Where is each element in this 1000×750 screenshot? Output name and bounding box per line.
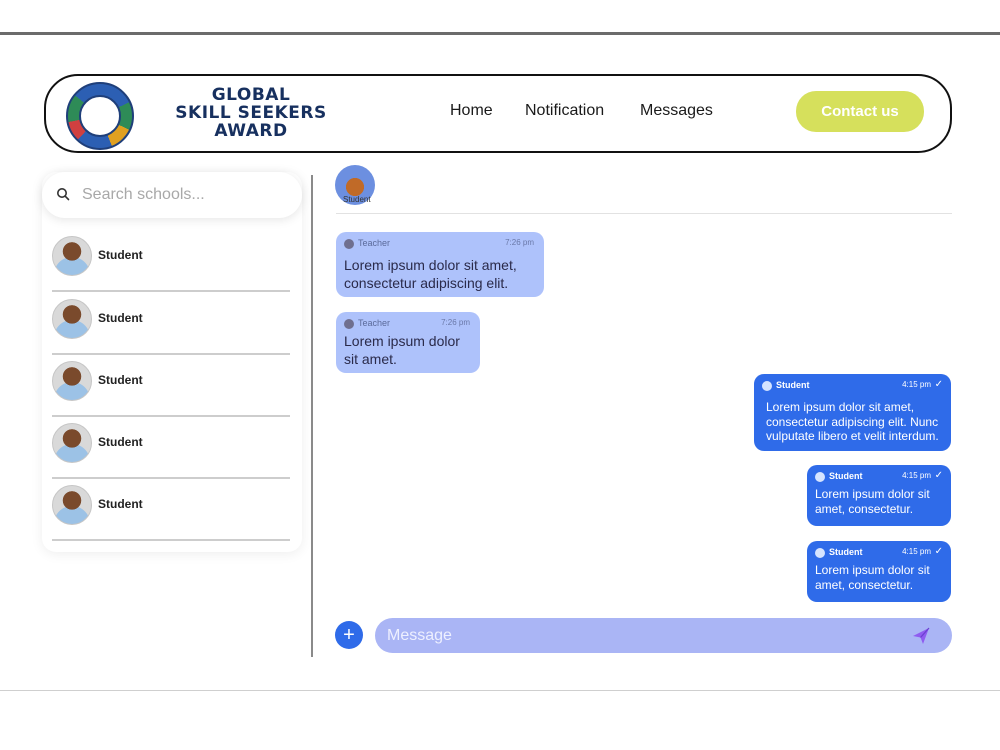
- sender-avatar-icon: [762, 381, 772, 391]
- message-bubble-outgoing[interactable]: Student 4:15 pm ✓ Lorem ipsum dolor sit …: [754, 374, 951, 451]
- message-bubble-incoming[interactable]: Teacher 7:26 pm Lorem ipsum dolor sit am…: [336, 312, 480, 373]
- award-logo-emblem[interactable]: [66, 82, 134, 150]
- search-input[interactable]: [82, 184, 282, 206]
- avatar: [52, 485, 92, 525]
- message-time: 4:15 pm: [902, 380, 931, 389]
- message-meta: Student 4:15 pm ✓: [815, 546, 943, 559]
- contact-name: Student: [98, 373, 143, 387]
- message-sender: Student: [829, 547, 863, 557]
- add-attachment-button[interactable]: +: [335, 621, 363, 649]
- contact-name: Student: [98, 497, 143, 511]
- message-time: 7:26 pm: [441, 318, 470, 327]
- contact-name: Student: [98, 311, 143, 325]
- message-time: 7:26 pm: [505, 238, 534, 247]
- site-header: GLOBAL SKILL SEEKERS AWARD Home Notifica…: [44, 74, 952, 153]
- message-sender: Teacher: [358, 238, 391, 248]
- bottom-rule: [0, 690, 1000, 691]
- top-rule: [0, 32, 1000, 35]
- message-composer: [375, 618, 952, 653]
- message-time: 4:15 pm: [902, 471, 931, 480]
- message-meta: Teacher 7:26 pm: [344, 318, 472, 330]
- message-text: Lorem ipsum dolor sit amet, consectetur.: [815, 563, 930, 592]
- contact-item[interactable]: Student: [52, 479, 290, 541]
- message-meta: Student 4:15 pm ✓: [815, 470, 943, 483]
- sender-avatar-icon: [815, 472, 825, 482]
- contact-name: Student: [98, 248, 143, 262]
- logo-title-line-1: GLOBAL: [211, 85, 291, 105]
- contact-item[interactable]: Student: [52, 293, 290, 355]
- nav-notification[interactable]: Notification: [525, 102, 604, 120]
- message-bubble-outgoing[interactable]: Student 4:15 pm ✓ Lorem ipsum dolor sit …: [807, 541, 951, 602]
- logo-title-line-2: SKILL SEEKERS: [175, 103, 327, 123]
- message-text: Lorem ipsum dolor sit amet.: [344, 333, 460, 367]
- message-bubble-incoming[interactable]: Teacher 7:26 pm Lorem ipsum dolor sit am…: [336, 232, 544, 297]
- message-meta: Student 4:15 pm ✓: [762, 379, 943, 392]
- logo-title[interactable]: GLOBAL SKILL SEEKERS AWARD: [166, 86, 336, 140]
- sender-avatar-icon: [344, 239, 354, 249]
- contact-name: Student: [98, 435, 143, 449]
- avatar: [52, 299, 92, 339]
- nav-home[interactable]: Home: [450, 102, 493, 120]
- avatar: [52, 423, 92, 463]
- message-sender: Teacher: [358, 318, 391, 328]
- contact-us-button[interactable]: Contact us: [796, 91, 924, 132]
- message-sender: Student: [776, 380, 810, 390]
- logo-title-line-3: AWARD: [214, 121, 288, 141]
- message-time: 4:15 pm: [902, 547, 931, 556]
- chat-header-divider: [336, 213, 952, 214]
- message-input[interactable]: [387, 625, 887, 647]
- message-sender: Student: [829, 471, 863, 481]
- sender-avatar-icon: [815, 548, 825, 558]
- contact-item[interactable]: Student: [52, 230, 290, 292]
- read-check-icon: ✓: [934, 546, 943, 557]
- read-check-icon: ✓: [934, 470, 943, 481]
- sender-avatar-icon: [344, 319, 354, 329]
- send-icon[interactable]: [910, 625, 932, 647]
- contact-item[interactable]: Student: [52, 417, 290, 479]
- search-bar: [42, 172, 302, 218]
- avatar: [52, 361, 92, 401]
- read-check-icon: ✓: [934, 379, 943, 390]
- logo-emblem-inner: [79, 95, 121, 137]
- search-icon: [57, 188, 70, 201]
- avatar: [52, 236, 92, 276]
- message-text: Lorem ipsum dolor sit amet, consectetur …: [766, 400, 939, 443]
- message-text: Lorem ipsum dolor sit amet, consectetur.: [815, 487, 930, 516]
- chat-partner-name: Student: [343, 195, 371, 204]
- contacts-sidebar: Student Student Student Student Student: [42, 172, 302, 552]
- contact-item[interactable]: Student: [52, 355, 290, 417]
- message-text: Lorem ipsum dolor sit amet, consectetur …: [344, 257, 517, 291]
- panel-divider: [311, 175, 313, 657]
- message-bubble-outgoing[interactable]: Student 4:15 pm ✓ Lorem ipsum dolor sit …: [807, 465, 951, 526]
- message-meta: Teacher 7:26 pm: [344, 238, 536, 250]
- nav-messages[interactable]: Messages: [640, 102, 713, 120]
